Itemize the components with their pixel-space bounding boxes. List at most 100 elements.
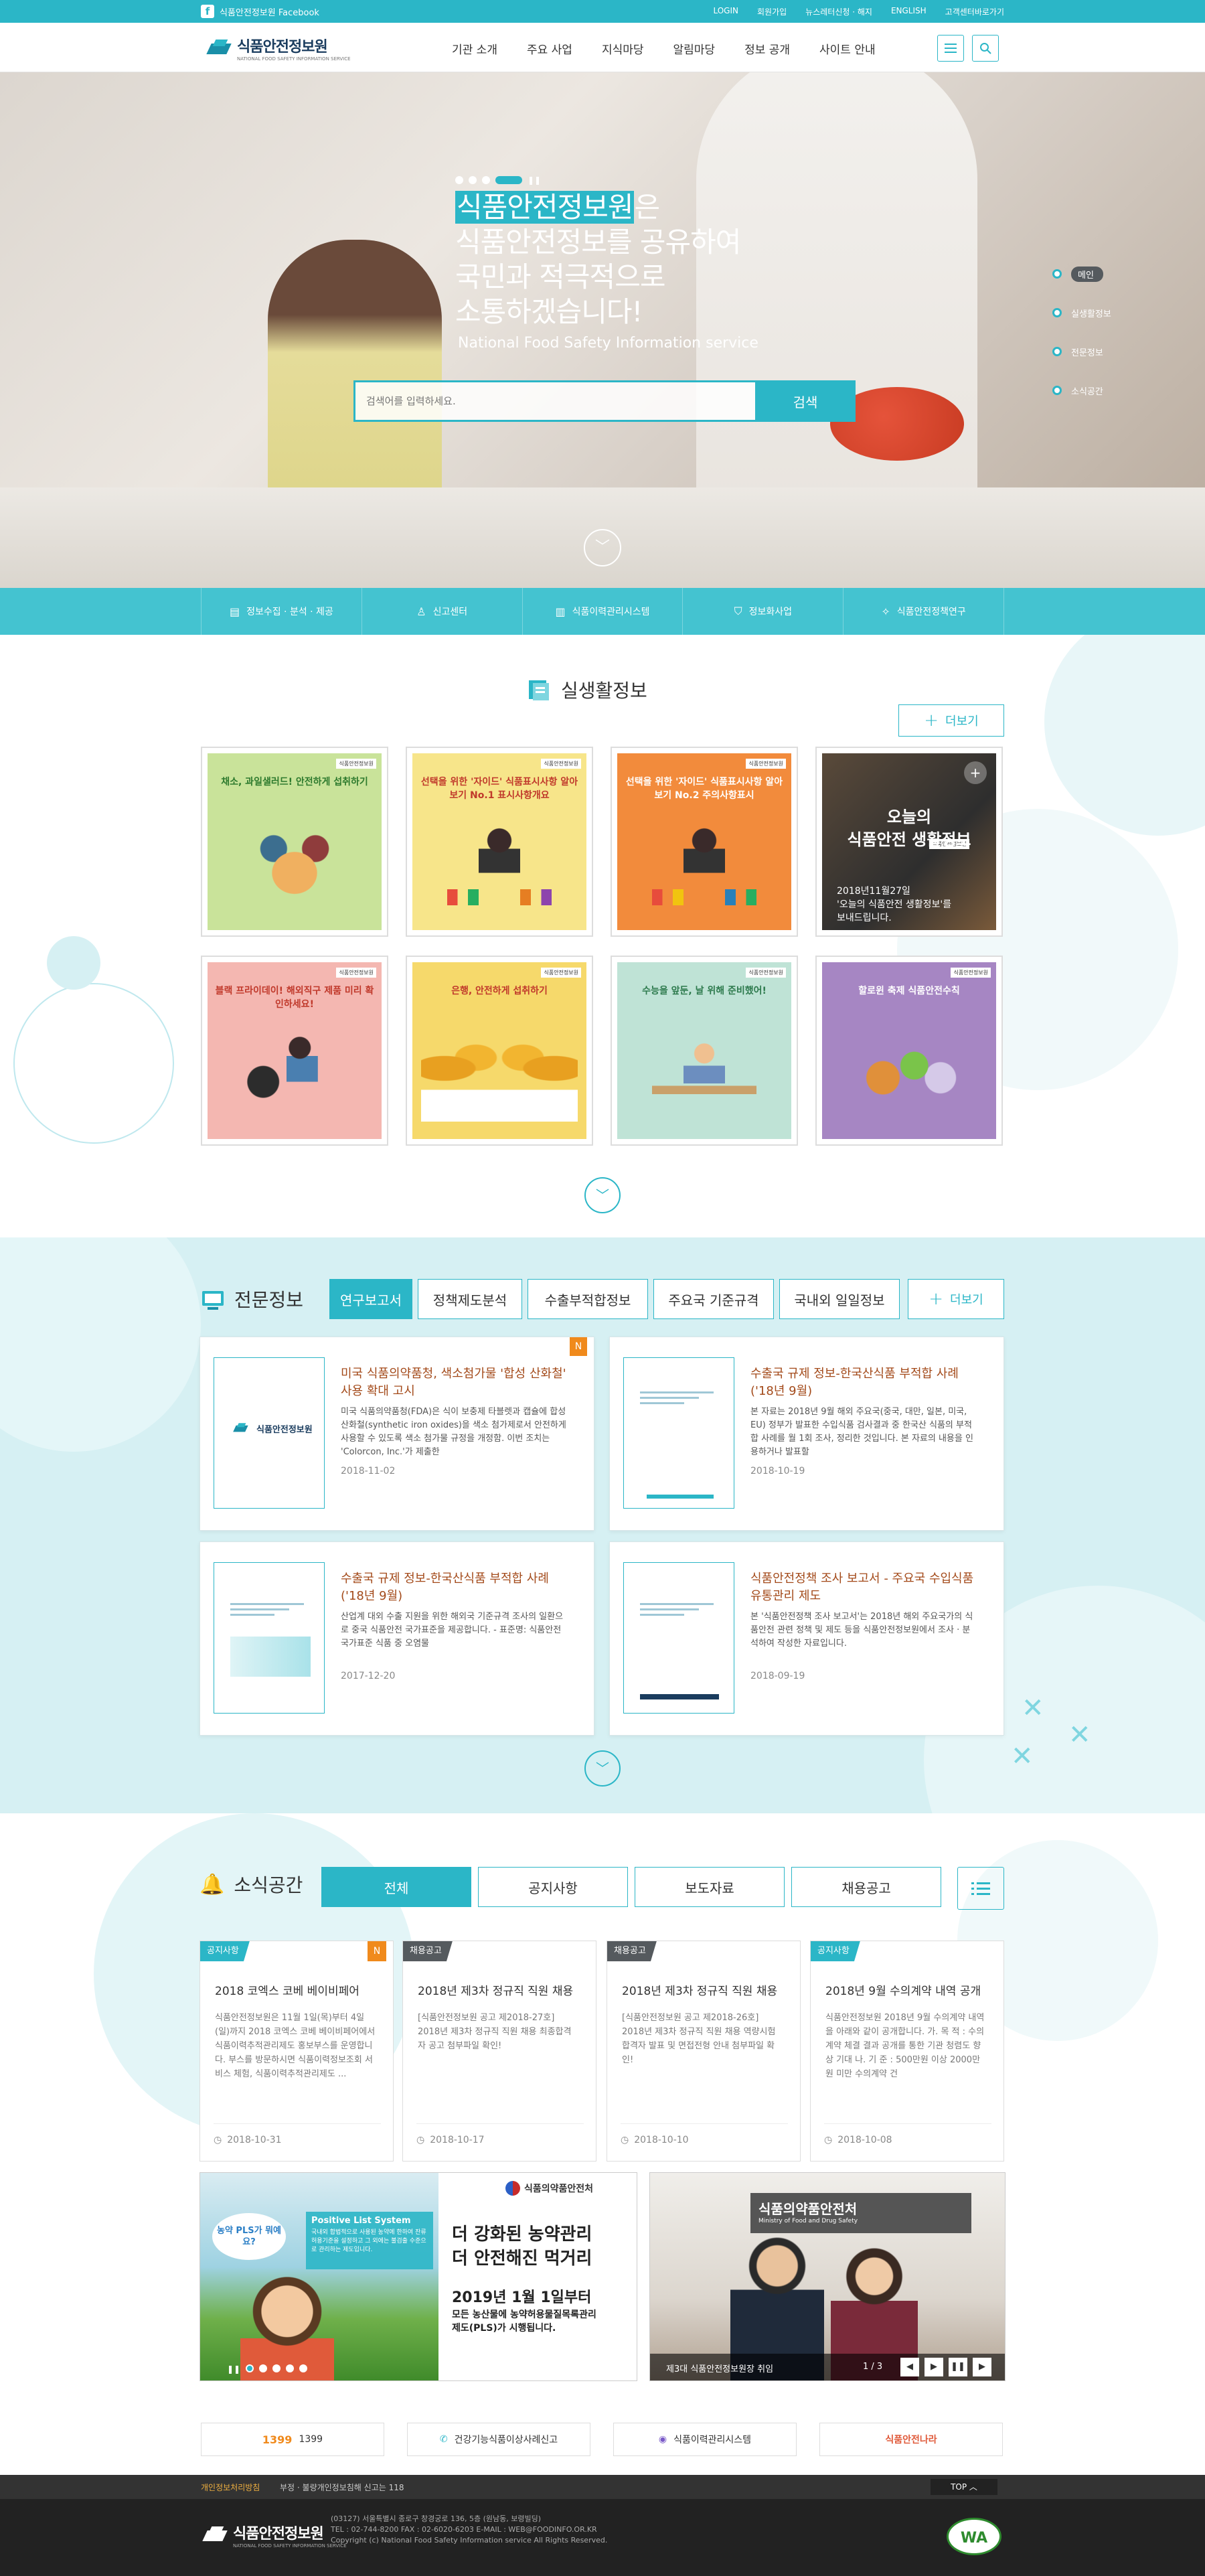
expert-info-section: ✕ ✕ ✕ <box>0 1237 1205 1813</box>
link-1399[interactable]: 1399 1399 <box>201 2423 384 2456</box>
nav-knowledge[interactable]: 지식마당 <box>602 40 644 57</box>
research-card[interactable]: 수출국 규제 정보-한국산식품 부적합 사례('18년 9월) 본 자료는 20… <box>609 1337 1004 1531</box>
footer-logo: 식품안전정보원 NATIONAL FOOD SAFETY INFORMATION… <box>202 2522 347 2549</box>
news-card[interactable]: 공지사항 N 2018 코엑스 코베 베이비페어 식품안전정보원은 11월 1일… <box>199 1941 394 2162</box>
chevron-down-icon[interactable]: ﹀ <box>584 1177 621 1213</box>
hero-search-input[interactable] <box>353 380 755 422</box>
tab-daily-info[interactable]: 국내외 일일정보 <box>779 1279 900 1319</box>
login-link[interactable]: LOGIN <box>713 6 738 17</box>
clock-icon: ◷ <box>621 2135 629 2145</box>
slide-dot-active[interactable] <box>495 176 522 184</box>
news-card[interactable]: 채용공고 2018년 제3차 정규직 직원 채용 [식품안전정보원 공고 제20… <box>402 1941 596 2162</box>
hero-banner <box>0 72 1205 588</box>
life-card[interactable]: 식품안전정보원 블랙 프라이데이! 해외직구 제품 미리 확인하세요! <box>201 956 388 1146</box>
life-more-button[interactable]: + 더보기 <box>898 704 1004 737</box>
clock-icon: ◷ <box>824 2135 833 2145</box>
pls-banner[interactable]: 농약 PLS가 뭐예요? Positive List System 국내외 합법… <box>199 2172 637 2381</box>
nav-disclosure[interactable]: 정보 공개 <box>744 40 790 57</box>
slide-dot[interactable] <box>259 2364 268 2372</box>
nav-notice[interactable]: 알림마당 <box>673 40 716 57</box>
research-card[interactable]: 식품안전정책 조사 보고서 - 주요국 수입식품 유통관리 제도 본 '식품안전… <box>609 1541 1004 1736</box>
expert-section-title: 전문정보 <box>201 1286 303 1312</box>
nav-business[interactable]: 주요 사업 <box>527 40 572 57</box>
slide-dot[interactable] <box>455 176 463 184</box>
facebook-link[interactable]: f 식품안전정보원 Facebook <box>201 5 319 18</box>
life-card[interactable]: 식품안전정보원 할로윈 축제 식품안전수칙 <box>815 956 1003 1146</box>
decor-circle <box>0 1237 201 1452</box>
new-badge: N <box>570 1337 587 1356</box>
badge-label: 식품안전정보원 <box>746 759 786 769</box>
quick-link-it[interactable]: ⛉ 정보화사업 <box>683 588 844 635</box>
search-button[interactable] <box>972 35 999 62</box>
tab-research-report[interactable]: 연구보고서 <box>329 1279 412 1319</box>
top-button[interactable]: TOP ︿ <box>931 2479 997 2495</box>
menu-button[interactable] <box>937 35 964 62</box>
slide-dot[interactable] <box>482 176 490 184</box>
life-card[interactable]: 식품안전정보원 은행, 안전하게 섭취하기 <box>406 956 593 1146</box>
english-link[interactable]: ENGLISH <box>891 6 927 17</box>
badge-label: 식품안전정보원 <box>541 759 581 769</box>
tab-press[interactable]: 보도자료 <box>635 1867 785 1907</box>
news-section-title: 🔔 소식공간 <box>199 1872 303 1897</box>
pause-icon[interactable]: ❚❚ <box>949 2358 967 2376</box>
photo-news-banner[interactable]: 식품의약품안전처 Ministry of Food and Drug Safet… <box>649 2172 1006 2381</box>
tab-all[interactable]: 전체 <box>321 1867 471 1907</box>
life-feature-card[interactable]: 식품안전정보원 오늘의 식품안전 생활정보 2018년11월27일 '오늘의 식품안… <box>815 747 1003 937</box>
link-foodsafety-korea[interactable]: 식품안전나라 <box>819 2423 1003 2456</box>
life-card[interactable]: 식품안전정보원 선택을 위한 '자이드' 식품표시사항 알아보기 No.2 주의… <box>611 747 798 937</box>
pause-icon[interactable]: ❚❚ <box>528 175 541 185</box>
tab-standards[interactable]: 주요국 기준규격 <box>653 1279 774 1319</box>
tab-recruit[interactable]: 채용공고 <box>791 1867 941 1907</box>
privacy-policy-link[interactable]: 개인정보처리방침 <box>201 2482 260 2493</box>
slide-dot[interactable] <box>469 176 477 184</box>
news-card[interactable]: 공지사항 2018년 9월 수의계약 내역 공개 식품안전정보원 2018년 9… <box>810 1941 1004 2162</box>
side-nav-news[interactable]: 소식공간 <box>1052 383 1111 398</box>
hero-search-button[interactable]: 검색 <box>755 380 856 422</box>
tab-export-nonconformity[interactable]: 수출부적합정보 <box>528 1279 648 1319</box>
customer-center-link[interactable]: 고객센터바로가기 <box>945 6 1004 17</box>
life-card[interactable]: 식품안전정보원 선택을 위한 '자이드' 식품표시사항 알아보기 No.1 표시… <box>406 747 593 937</box>
side-nav-expert[interactable]: 전문정보 <box>1052 344 1111 359</box>
slide-dot[interactable] <box>272 2364 281 2372</box>
quick-link-report[interactable]: ♙ 신고센터 <box>362 588 523 635</box>
next-icon[interactable]: ▶ <box>925 2358 943 2376</box>
newsletter-link[interactable]: 뉴스레터신청 · 해지 <box>805 6 872 17</box>
prev-icon[interactable]: ◀ <box>900 2358 919 2376</box>
tab-policy-analysis[interactable]: 정책제도분석 <box>418 1279 522 1319</box>
quick-link-policy[interactable]: ✧ 식품안전정책연구 <box>843 588 1004 635</box>
slide-dot[interactable] <box>299 2364 308 2372</box>
clock-icon: ◷ <box>416 2135 425 2145</box>
research-card[interactable]: 수출국 규제 정보-한국산식품 부적합 사례('18년 9월) 산업계 대외 수… <box>199 1541 594 1736</box>
link-traceability[interactable]: ◉ 식품이력관리시스템 <box>613 2423 797 2456</box>
mfds-sign: 식품의약품안전처 Ministry of Food and Drug Safet… <box>750 2193 971 2233</box>
news-list-button[interactable] <box>957 1867 1004 1910</box>
category-badge: 공지사항 <box>200 1941 250 1961</box>
chevron-down-icon[interactable]: ﹀ <box>584 529 621 566</box>
side-nav-main[interactable]: 메인 <box>1052 266 1111 282</box>
tab-notice[interactable]: 공지사항 <box>478 1867 628 1907</box>
research-card[interactable]: 식품안전정보원 미국 식품의약품청, 색소첨가물 '합성 산화철' 사용 확대 … <box>199 1337 594 1531</box>
dot-icon <box>1052 308 1062 317</box>
quick-link-info[interactable]: ▤ 정보수집 · 분석 · 제공 <box>201 588 362 635</box>
quick-link-traceability[interactable]: ▥ 식품이력관리시스템 <box>523 588 684 635</box>
pause-icon[interactable]: ❚❚ <box>227 2364 240 2374</box>
site-logo[interactable]: 식품안전정보원 NATIONAL FOOD SAFETY INFORMATION… <box>206 35 351 62</box>
signup-link[interactable]: 회원가입 <box>757 6 787 17</box>
link-health-food-report[interactable]: ✆ 건강기능식품이상사례신고 <box>407 2423 590 2456</box>
nav-about[interactable]: 기관 소개 <box>452 40 497 57</box>
slide-dot[interactable] <box>246 2364 254 2372</box>
zoom-icon: + <box>964 761 987 784</box>
handshake-icon: ✧ <box>881 605 890 618</box>
life-card[interactable]: 식품안전정보원 수능을 앞둔, 날 위해 준비했어! <box>611 956 798 1146</box>
nav-site-guide[interactable]: 사이트 안내 <box>819 40 876 57</box>
report-thumbnail: 식품안전정보원 <box>214 1357 325 1509</box>
chevron-down-icon[interactable]: ﹀ <box>584 1750 621 1787</box>
play-icon[interactable]: ▶ <box>973 2358 991 2376</box>
slide-dot[interactable] <box>286 2364 295 2372</box>
student-desk-illustration <box>652 1033 756 1115</box>
expert-more-button[interactable]: + 더보기 <box>908 1279 1004 1319</box>
news-card[interactable]: 채용공고 2018년 제3차 정규직 직원 채용 [식품안전정보원 공고 제20… <box>607 1941 801 2162</box>
side-nav-life[interactable]: 실생활정보 <box>1052 305 1111 320</box>
life-card[interactable]: 식품안전정보원 채소, 과일샐러드! 안전하게 섭취하기 <box>201 747 388 937</box>
side-section-nav: 메인 실생활정보 전문정보 소식공간 <box>1052 266 1111 422</box>
